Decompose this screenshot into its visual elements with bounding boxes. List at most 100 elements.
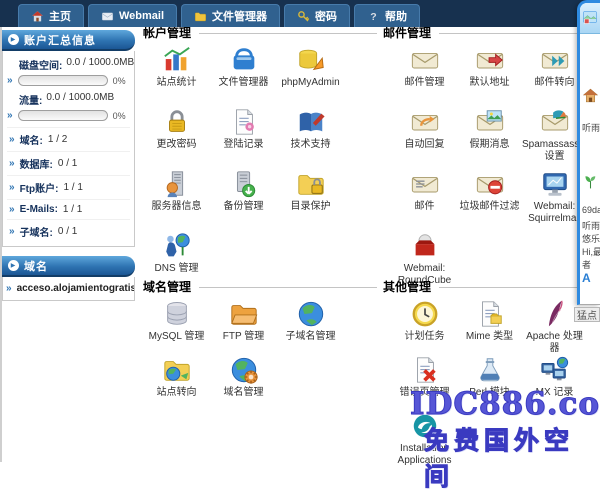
item-label: 自动回复 [405, 139, 445, 151]
section-title-text: 其他管理 [383, 278, 431, 295]
chevron-bullet-icon: » [9, 158, 15, 169]
usage-meter-text: 流量:0.0 / 1000.0MB [7, 92, 130, 107]
support-icon [296, 107, 326, 137]
item-vacation-message[interactable]: 假期消息 [457, 107, 522, 169]
tab-webmail[interactable]: Webmail [88, 4, 177, 27]
tab-file-manager[interactable]: 文件管理器 [181, 4, 280, 27]
stat-value: 0 / 1 [58, 226, 77, 237]
item-backup[interactable]: 备份管理 [210, 169, 277, 231]
item-error-page[interactable]: 错误页管理 [392, 355, 457, 411]
item-label: 子域名管理 [286, 331, 336, 343]
item-mysql[interactable]: MySQL 管理 [143, 299, 210, 355]
stat-row[interactable]: »Ftp账户:1 / 1 [7, 175, 130, 199]
section-title: 其他管理 [383, 278, 588, 295]
usage-meter: 磁盘空间:0.0 / 1000.0MB»0% [7, 57, 130, 86]
popup-fragment [582, 87, 599, 104]
item-label: 垃圾邮件过滤 [460, 201, 520, 213]
default-address-icon [475, 45, 505, 75]
item-default-address[interactable]: 默认地址 [457, 45, 522, 107]
section-mail-management: 邮件管理邮件管理默认地址邮件转向自动回复假期消息Spamassassin 设置邮… [383, 24, 588, 293]
section-divider [199, 33, 377, 34]
section-domain-management: 域名管理MySQL 管理FTP 管理子域名管理站点转向域名管理 [143, 278, 377, 411]
section-title-text: 域名管理 [143, 278, 191, 295]
item-password[interactable]: 更改密码 [143, 107, 210, 169]
tab-home[interactable]: 主页 [18, 4, 84, 27]
chevron-bullet-icon[interactable]: » [7, 75, 13, 86]
account-summary-body: 磁盘空间:0.0 / 1000.0MB»0% 流量:0.0 / 1000.0MB »… [2, 51, 135, 247]
tab-label: Webmail [119, 10, 164, 22]
stat-row[interactable]: »域名:1 / 2 [7, 127, 130, 151]
account-summary-header[interactable]: ▶ 账户汇总信息 [2, 30, 135, 51]
subdomain-icon [296, 299, 326, 329]
item-auto-reply[interactable]: 自动回复 [392, 107, 457, 169]
item-mime[interactable]: Mime 类型 [457, 299, 522, 355]
item-ftp[interactable]: FTP 管理 [210, 299, 277, 355]
item-subdomain[interactable]: 子域名管理 [277, 299, 344, 355]
popup-side-button[interactable]: 猛点 [574, 307, 600, 322]
account-summary-panel: ▶ 账户汇总信息 磁盘空间:0.0 / 1000.0MB»0% 流量:0.0 / … [2, 30, 135, 247]
stat-row[interactable]: »子域名:0 / 1 [7, 219, 130, 243]
item-spam-filter[interactable]: 垃圾邮件过滤 [457, 169, 522, 231]
stat-row[interactable]: »数据库:0 / 1 [7, 151, 130, 175]
item-label: 错误页管理 [400, 387, 450, 399]
auto-reply-icon [410, 107, 440, 137]
help-icon: ? [367, 10, 380, 23]
item-installatron[interactable]: Installatron Applications [392, 411, 457, 467]
item-login-records[interactable]: 登陆记录 [210, 107, 277, 169]
item-dir-protect[interactable]: 目录保护 [277, 169, 344, 231]
item-label: 域名管理 [224, 387, 264, 399]
key-icon [297, 10, 310, 23]
mail-manage-icon [410, 45, 440, 75]
item-label: MX 记录 [536, 387, 574, 399]
item-mail-manage[interactable]: 邮件管理 [392, 45, 457, 107]
vacation-message-icon [475, 107, 505, 137]
popup-fragment: A [582, 271, 591, 285]
item-label: MySQL 管理 [149, 331, 205, 343]
item-filemanager[interactable]: 文件管理器 [210, 45, 277, 107]
spamassassin-icon [540, 107, 570, 137]
side-popup-header [580, 3, 600, 34]
side-popup-window[interactable]: 听雨69da听雨悠乐Hi,最者A [577, 0, 600, 305]
error-page-icon [410, 355, 440, 385]
folder-icon [194, 10, 207, 23]
popup-fragment [582, 173, 599, 190]
plant-icon [582, 173, 599, 190]
item-support[interactable]: 技术支持 [277, 107, 344, 169]
stat-row[interactable]: »E-Mails:1 / 1 [7, 199, 130, 219]
roundcube-icon [410, 231, 440, 261]
domains-header[interactable]: ▶ 域名 [2, 256, 135, 277]
password-icon [162, 107, 192, 137]
item-stats[interactable]: 站点统计 [143, 45, 210, 107]
item-label: 文件管理器 [219, 77, 269, 89]
chevron-bullet-icon: » [9, 134, 15, 145]
item-phpmyadmin[interactable]: phpMyAdmin [277, 45, 344, 107]
stat-label: 数据库: [20, 156, 53, 171]
item-mx[interactable]: MX 记录 [522, 355, 587, 411]
mail-icon [101, 10, 114, 23]
tab-password[interactable]: 密码 [284, 4, 350, 27]
svg-text:?: ? [370, 11, 376, 23]
item-perl[interactable]: Perl 模块 [457, 355, 522, 411]
domain-list-item[interactable]: »acceso.alojamientogratis.es [2, 277, 135, 301]
item-label: DNS 管理 [155, 263, 199, 275]
spam-filter-icon [475, 169, 505, 199]
item-domain-manage[interactable]: 域名管理 [210, 355, 277, 411]
section-divider [199, 287, 377, 288]
item-mail-list[interactable]: 邮件 [392, 169, 457, 231]
section-account-management: 帐户管理站点统计文件管理器phpMyAdmin更改密码登陆记录技术支持服务器信息… [143, 24, 377, 293]
item-label: 邮件 [415, 201, 435, 213]
item-site-redirect[interactable]: 站点转向 [143, 355, 210, 411]
stats-icon [162, 45, 192, 75]
item-label: 目录保护 [291, 201, 331, 213]
item-server-info[interactable]: 服务器信息 [143, 169, 210, 231]
item-label: Perl 模块 [469, 387, 510, 399]
installatron-icon [410, 411, 440, 441]
domains-panel: ▶ 域名 »acceso.alojamientogratis.es [2, 256, 135, 301]
section-other-management: 其他管理计划任务Mime 类型Apache 处理器错误页管理Perl 模块MX … [383, 278, 588, 467]
item-label: 备份管理 [224, 201, 264, 213]
progress-bar [18, 75, 108, 86]
tab-help[interactable]: ?帮助 [354, 4, 420, 27]
item-cron[interactable]: 计划任务 [392, 299, 457, 355]
chevron-bullet-icon: » [6, 283, 12, 294]
chevron-bullet-icon[interactable]: » [7, 110, 13, 121]
